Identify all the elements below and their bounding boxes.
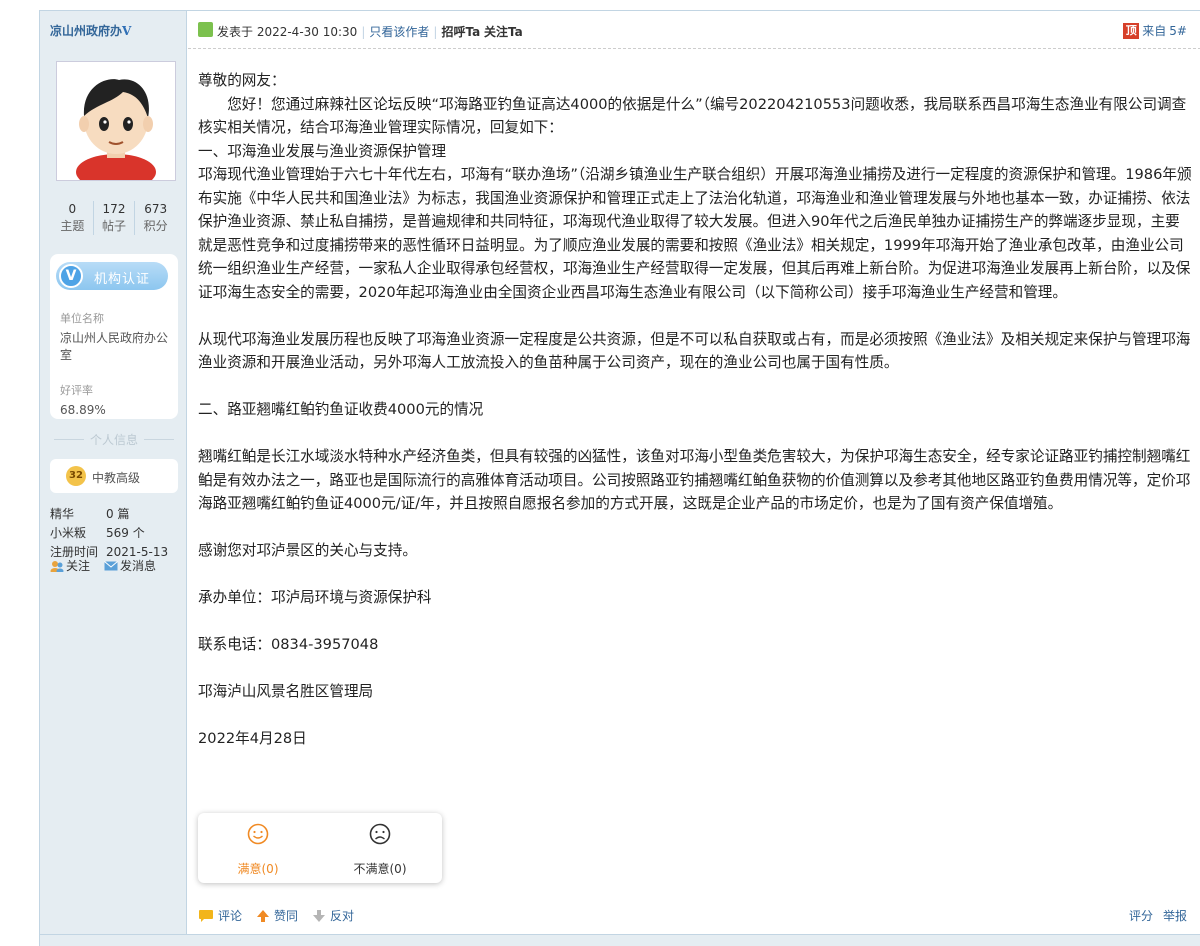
stat-posts-count: 172: [102, 202, 126, 216]
bottom-divider: [40, 934, 1200, 946]
follow-link[interactable]: 关注Ta: [484, 25, 523, 39]
verified-v-icon: V: [59, 264, 83, 288]
unsatisfied-label: 不满意(0): [353, 862, 407, 876]
salutation: 尊敬的网友：: [198, 72, 286, 89]
info-value: 569 个: [106, 526, 145, 540]
forum-post-page: 凉山州政府办V 0 主题 172 帖子 673 积分 V 机构认证 单位名称 凉…: [0, 0, 1200, 946]
frown-face-icon: [369, 823, 391, 845]
info-value: 0 篇: [106, 507, 130, 521]
stat-points-label: 积分: [143, 219, 168, 233]
info-row-coins: 小米粄 569 个: [50, 524, 145, 541]
author-actions: 关注 发消息: [50, 557, 156, 574]
personal-info-title-text: 个人信息: [83, 433, 144, 447]
top-badge-icon: 顶: [1123, 22, 1140, 39]
author-stats: 0 主题 172 帖子 673 积分: [52, 201, 176, 235]
organization-cert-button[interactable]: V 机构认证: [56, 262, 168, 290]
section-2-paragraph: 翘嘴红鲌是长江水域淡水特种水产经济鱼类，但具有较强的凶猛性，该鱼对邛海小型鱼类危…: [198, 448, 1191, 512]
rating-label: 好评率: [60, 384, 93, 397]
rank-level-icon: 32: [66, 466, 86, 486]
smile-face-icon: [247, 823, 269, 845]
section-heading-1: 一、邛海渔业发展与渔业资源保护管理: [198, 142, 447, 160]
cert-button-label: 机构认证: [94, 272, 151, 287]
organization-cert-card: V 机构认证 单位名称 凉山州人民政府办公室 好评率 68.89%: [50, 254, 178, 419]
rank-name: 中教高级: [92, 471, 141, 485]
post-frame: 凉山州政府办V 0 主题 172 帖子 673 积分 V 机构认证 单位名称 凉…: [39, 10, 1200, 946]
comment-label: 评论: [218, 909, 243, 923]
floor-number-link[interactable]: 5#: [1169, 24, 1187, 38]
follow-label: 关注: [66, 559, 91, 573]
arrow-up-icon: [257, 909, 270, 922]
from-label: 来自: [1142, 24, 1167, 38]
unit-name-value: 凉山州人民政府办公室: [60, 331, 169, 362]
post-main: 发表于 2022-4-30 10:30 | 只看该作者 | 招呼Ta 关注Ta 顶 来自…: [188, 11, 1200, 946]
satisfied-button[interactable]: 满意(0): [218, 823, 298, 877]
arrow-down-icon: [313, 909, 326, 922]
post-meta: 发表于 2022-4-30 10:30 | 只看该作者 | 招呼Ta 关注Ta: [217, 25, 523, 39]
section-heading-2: 二、路亚翘嘴红鲌钓鱼证收费4000元的情况: [198, 401, 484, 418]
message-label: 发消息: [120, 559, 157, 573]
envelope-icon: [104, 561, 118, 571]
info-key: 精华: [50, 507, 75, 521]
post-header: 发表于 2022-4-30 10:30 | 只看该作者 | 招呼Ta 关注Ta 顶 来自…: [188, 11, 1200, 49]
follow-users-icon: [50, 561, 64, 572]
agree-button[interactable]: 赞同: [256, 907, 298, 924]
author-name-link[interactable]: 凉山州政府办V: [50, 22, 131, 39]
post-actions: 评论 赞同 反对: [198, 907, 354, 924]
thanks-line: 感谢您对邛泸景区的关心与支持。: [198, 542, 417, 559]
author-sidebar: 凉山州政府办V 0 主题 172 帖子 673 积分 V 机构认证 单位名称 凉…: [40, 11, 187, 946]
organization-line: 邛海泸山风景名胜区管理局: [198, 683, 374, 700]
unit-name-label: 单位名称: [60, 312, 104, 325]
online-status-icon: [198, 22, 213, 37]
stat-posts-label: 帖子: [102, 219, 127, 233]
send-message-button[interactable]: 发消息: [104, 557, 156, 574]
author-name: 凉山州政府办: [50, 24, 123, 38]
stat-threads[interactable]: 0 主题: [52, 201, 94, 235]
intro-paragraph: 您好！您通过麻辣社区论坛反映“邛海路亚钓鱼证高达4000的依据是什么”（编号20…: [198, 95, 1187, 137]
satisfaction-rating-box: 满意(0) 不满意(0): [198, 813, 442, 883]
rating-value: 68.89%: [60, 403, 106, 417]
stat-points[interactable]: 673 积分: [135, 201, 176, 235]
phone-line: 联系电话：0834-3957048: [198, 636, 379, 653]
handler-line: 承办单位：邛泸局环境与资源保护科: [198, 589, 432, 606]
section-1-paragraph: 邛海现代渔业管理始于六七十年代左右，邛海有“联办渔场”（沿湖乡镇渔业生产联合组织…: [198, 166, 1192, 301]
comment-button[interactable]: 评论: [198, 907, 242, 924]
unsatisfied-button[interactable]: 不满意(0): [340, 823, 420, 877]
post-timestamp: 发表于 2022-4-30 10:30: [217, 25, 358, 39]
stat-threads-count: 0: [68, 202, 77, 216]
verified-badge-icon: V: [122, 24, 132, 38]
oppose-button[interactable]: 反对: [312, 907, 354, 924]
date-line: 2022年4月28日: [198, 730, 307, 747]
greet-link[interactable]: 招呼Ta: [441, 25, 480, 39]
personal-info-title: 个人信息: [50, 431, 178, 448]
only-author-link[interactable]: 只看该作者: [369, 25, 429, 39]
stat-posts[interactable]: 172 帖子: [94, 201, 136, 235]
info-key: 小米粄: [50, 526, 87, 540]
rate-button[interactable]: 评分: [1129, 907, 1153, 924]
post-floor: 顶 来自 5#: [1123, 22, 1187, 39]
post-footer: 评论 赞同 反对 评分 举报: [188, 901, 1200, 931]
avatar[interactable]: [56, 61, 176, 190]
oppose-label: 反对: [330, 909, 355, 923]
stat-threads-label: 主题: [60, 219, 85, 233]
section-1-paragraph-2: 从现代邛海渔业发展历程也反映了邛海渔业资源一定程度是公共资源，但是不可以私自获取…: [198, 330, 1191, 372]
comment-bubble-icon: [199, 909, 213, 922]
user-rank-card: 32 中教高级: [50, 459, 178, 493]
info-row-digest: 精华 0 篇: [50, 505, 129, 522]
follow-author-button[interactable]: 关注: [50, 557, 90, 574]
report-button[interactable]: 举报: [1163, 907, 1187, 924]
satisfied-label: 满意(0): [237, 862, 279, 876]
cartoon-avatar-icon: [57, 62, 175, 190]
post-content: 尊敬的网友： 您好！您通过麻辣社区论坛反映“邛海路亚钓鱼证高达4000的依据是什…: [198, 69, 1194, 751]
stat-points-count: 673: [144, 202, 168, 216]
post-footer-right: 评分 举报: [1129, 907, 1187, 924]
agree-label: 赞同: [274, 909, 299, 923]
